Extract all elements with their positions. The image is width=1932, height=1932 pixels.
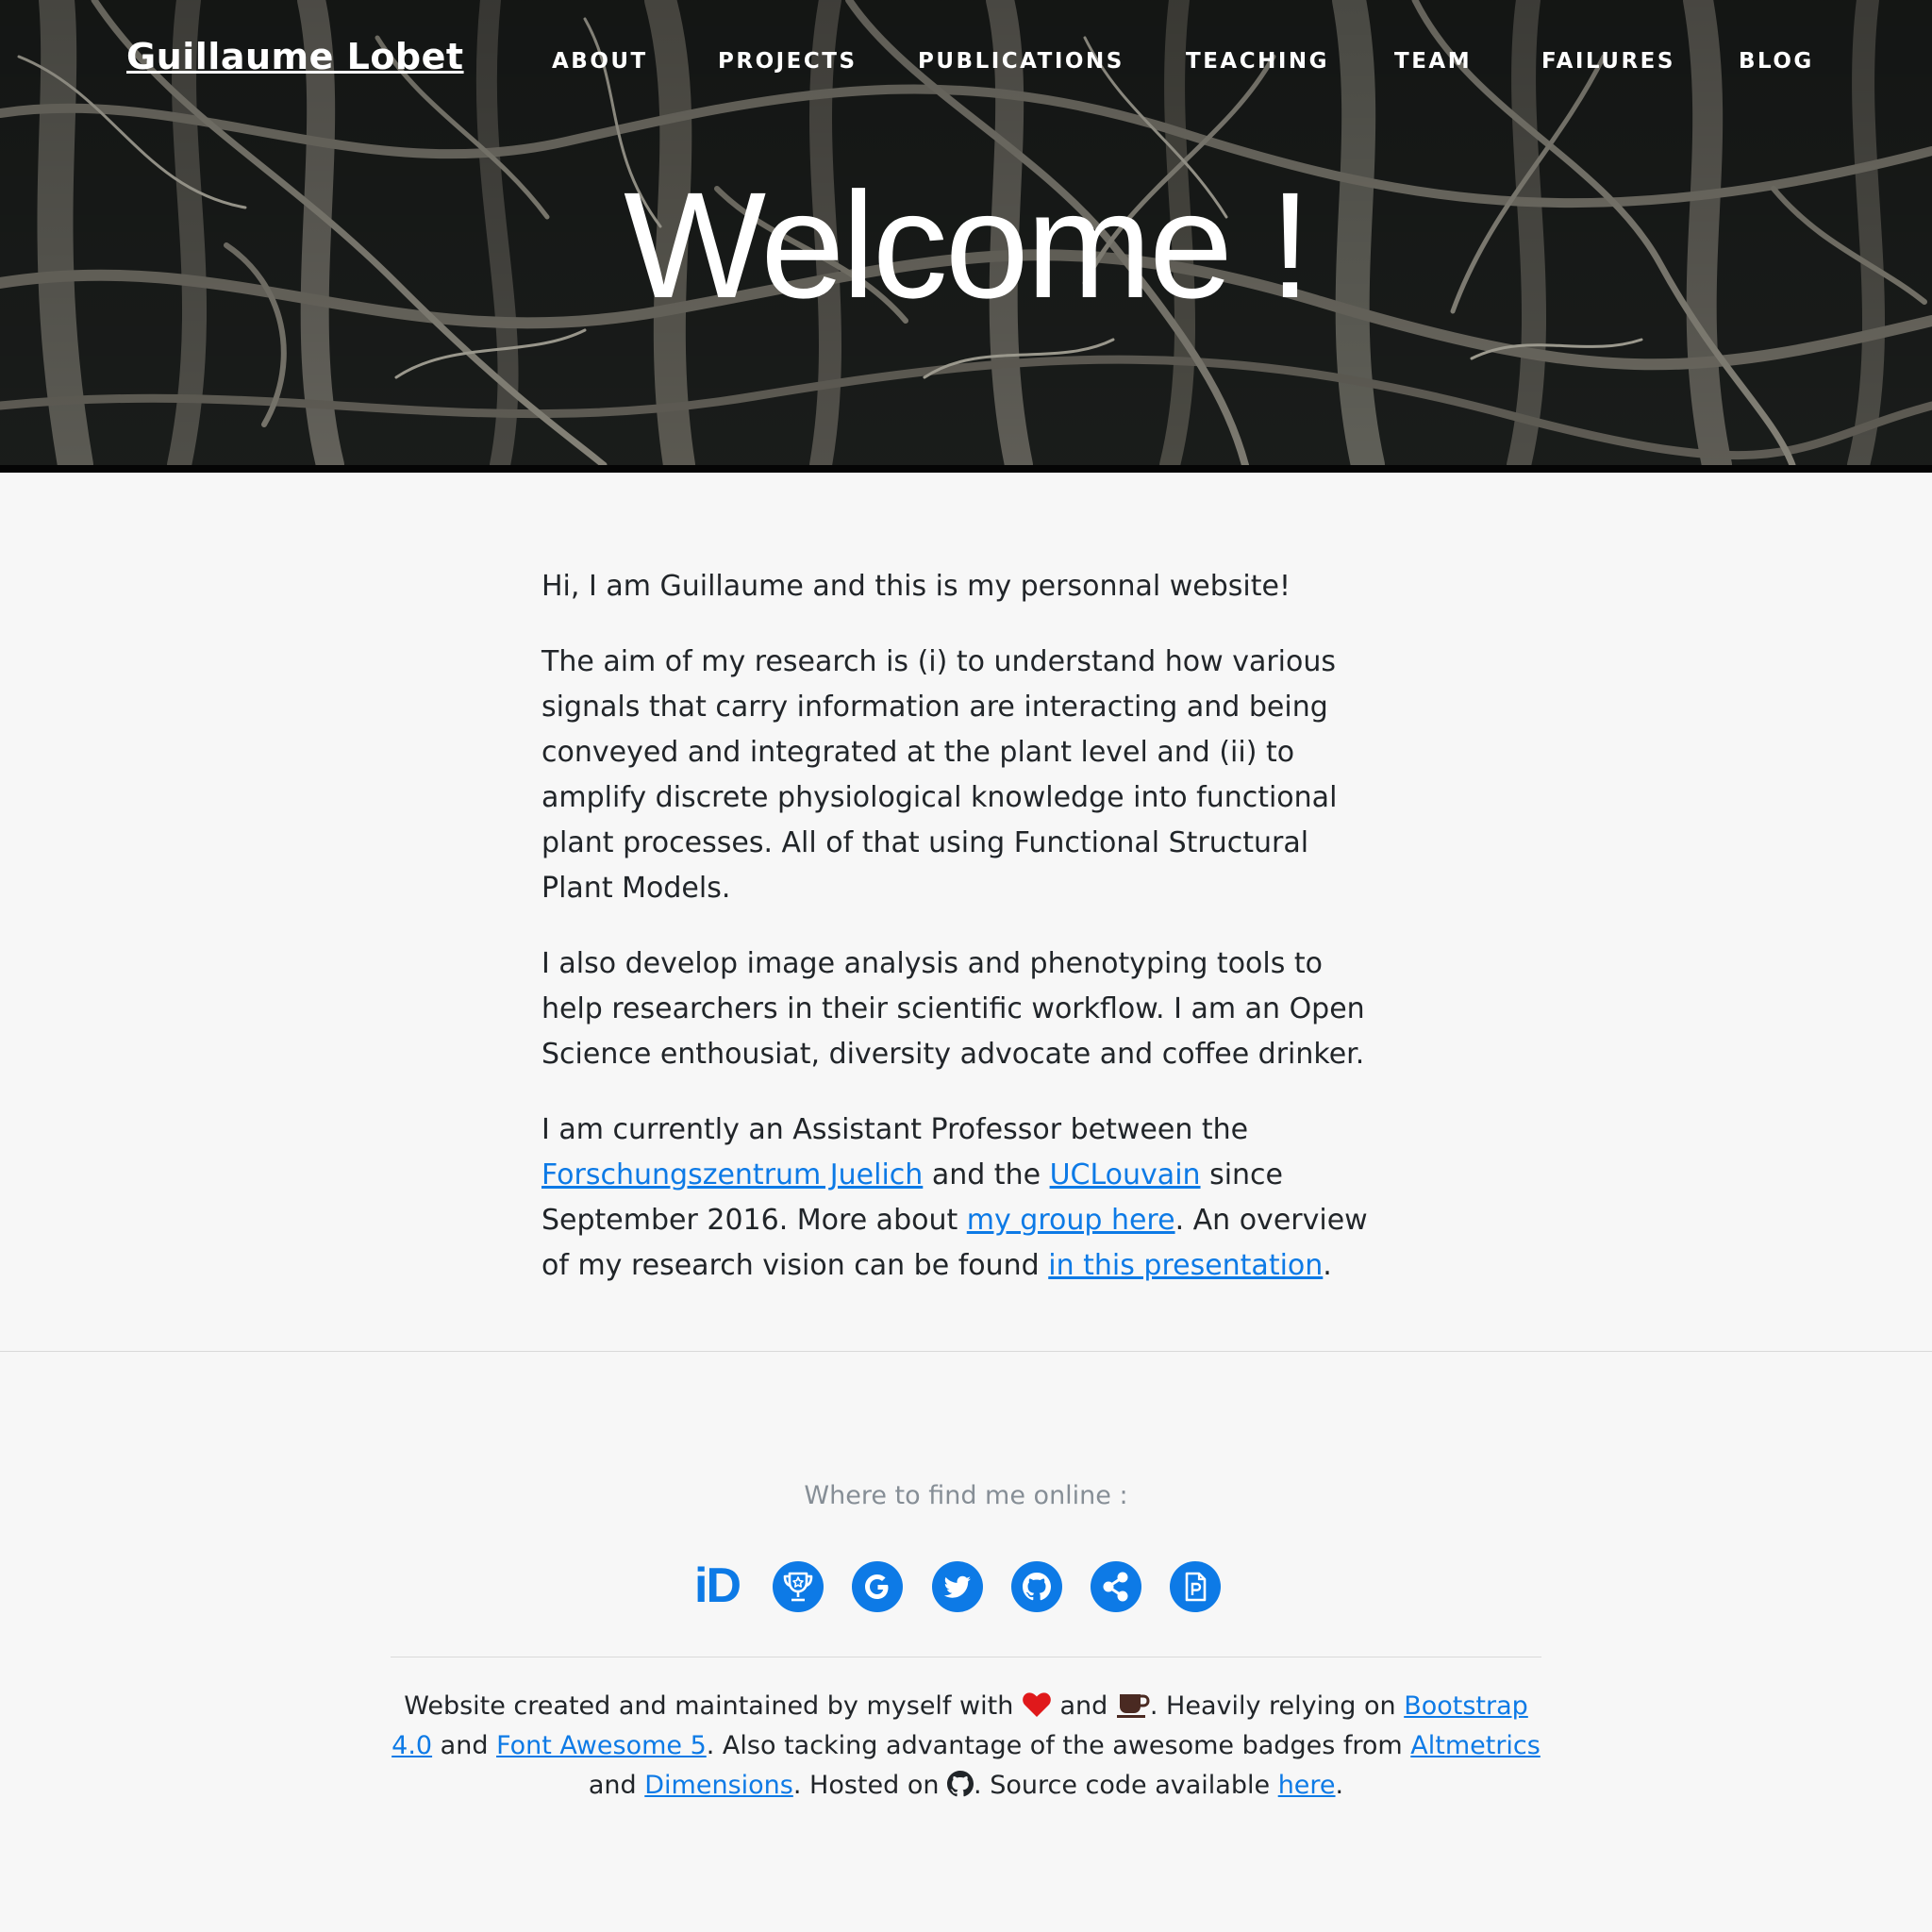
intro-paragraph-3: I also develop image analysis and phenot… [541,947,1365,1071]
link-forschungszentrum-juelich[interactable]: Forschungszentrum Juelich [541,1158,923,1191]
twitter-glyph [943,1575,971,1598]
file-powerpoint-icon[interactable] [1170,1561,1221,1612]
intro-paragraph-1: Hi, I am Guillaume and this is my person… [541,570,1291,603]
trophy-glyph [783,1572,813,1602]
text: and the [923,1158,1050,1191]
text: and [432,1731,497,1760]
trophy-icon[interactable] [773,1561,824,1612]
heart-icon [1023,1692,1051,1717]
nav-projects[interactable]: PROJECTS [718,49,858,74]
github-icon[interactable] [1011,1561,1062,1612]
share-glyph [1103,1572,1128,1602]
link-dimensions[interactable]: Dimensions [644,1771,793,1800]
coffee-icon [1116,1694,1150,1718]
intro-section: Hi, I am Guillaume and this is my person… [541,564,1381,1319]
nav-team[interactable]: TEAM [1394,49,1472,74]
nav-publications[interactable]: PUBLICATIONS [918,49,1124,74]
hero-bottom-border [0,465,1932,473]
text: . [1323,1249,1332,1282]
social-heading: Where to find me online : [804,1481,1128,1510]
text: . Source code available [974,1771,1278,1800]
twitter-icon[interactable] [932,1561,983,1612]
text: and [588,1771,645,1800]
google-icon[interactable] [852,1561,903,1612]
link-font-awesome[interactable]: Font Awesome 5 [496,1731,707,1760]
google-glyph [865,1574,889,1599]
orcid-icon[interactable]: iD [694,1560,751,1611]
page-title: Welcome ! [624,160,1311,329]
section-divider [0,1351,1932,1352]
site-brand[interactable]: Guillaume Lobet [126,36,464,77]
share-icon[interactable] [1091,1561,1141,1612]
nav-about[interactable]: ABOUT [552,49,648,74]
link-uclouvain[interactable]: UCLouvain [1050,1158,1201,1191]
nav-teaching[interactable]: TEACHING [1186,49,1329,74]
intro-paragraph-4: I am currently an Assistant Professor be… [541,1108,1381,1289]
link-altmetrics[interactable]: Altmetrics [1410,1731,1541,1760]
nav-blog[interactable]: BLOG [1739,49,1814,74]
link-presentation[interactable]: in this presentation [1048,1249,1323,1282]
text: Website created and maintained by myself… [404,1691,1022,1721]
link-my-group[interactable]: my group here [967,1204,1175,1237]
text: . Also tacking advantage of the awesome … [706,1731,1411,1760]
social-links: iD [0,1560,1932,1613]
site-footer: Website created and maintained by myself… [391,1687,1541,1806]
text: . Heavily relying on [1149,1691,1405,1721]
file-powerpoint-glyph [1185,1572,1207,1602]
github-icon [947,1771,974,1797]
nav-failures[interactable]: FAILURES [1541,49,1675,74]
github-glyph [1023,1573,1051,1601]
text: I am currently an Assistant Professor be… [541,1113,1249,1146]
link-source-code[interactable]: here [1278,1771,1336,1800]
intro-paragraph-2: The aim of my research is (i) to underst… [541,645,1338,905]
text: . Hosted on [792,1771,948,1800]
text: . [1335,1771,1344,1800]
text: and [1051,1691,1116,1721]
